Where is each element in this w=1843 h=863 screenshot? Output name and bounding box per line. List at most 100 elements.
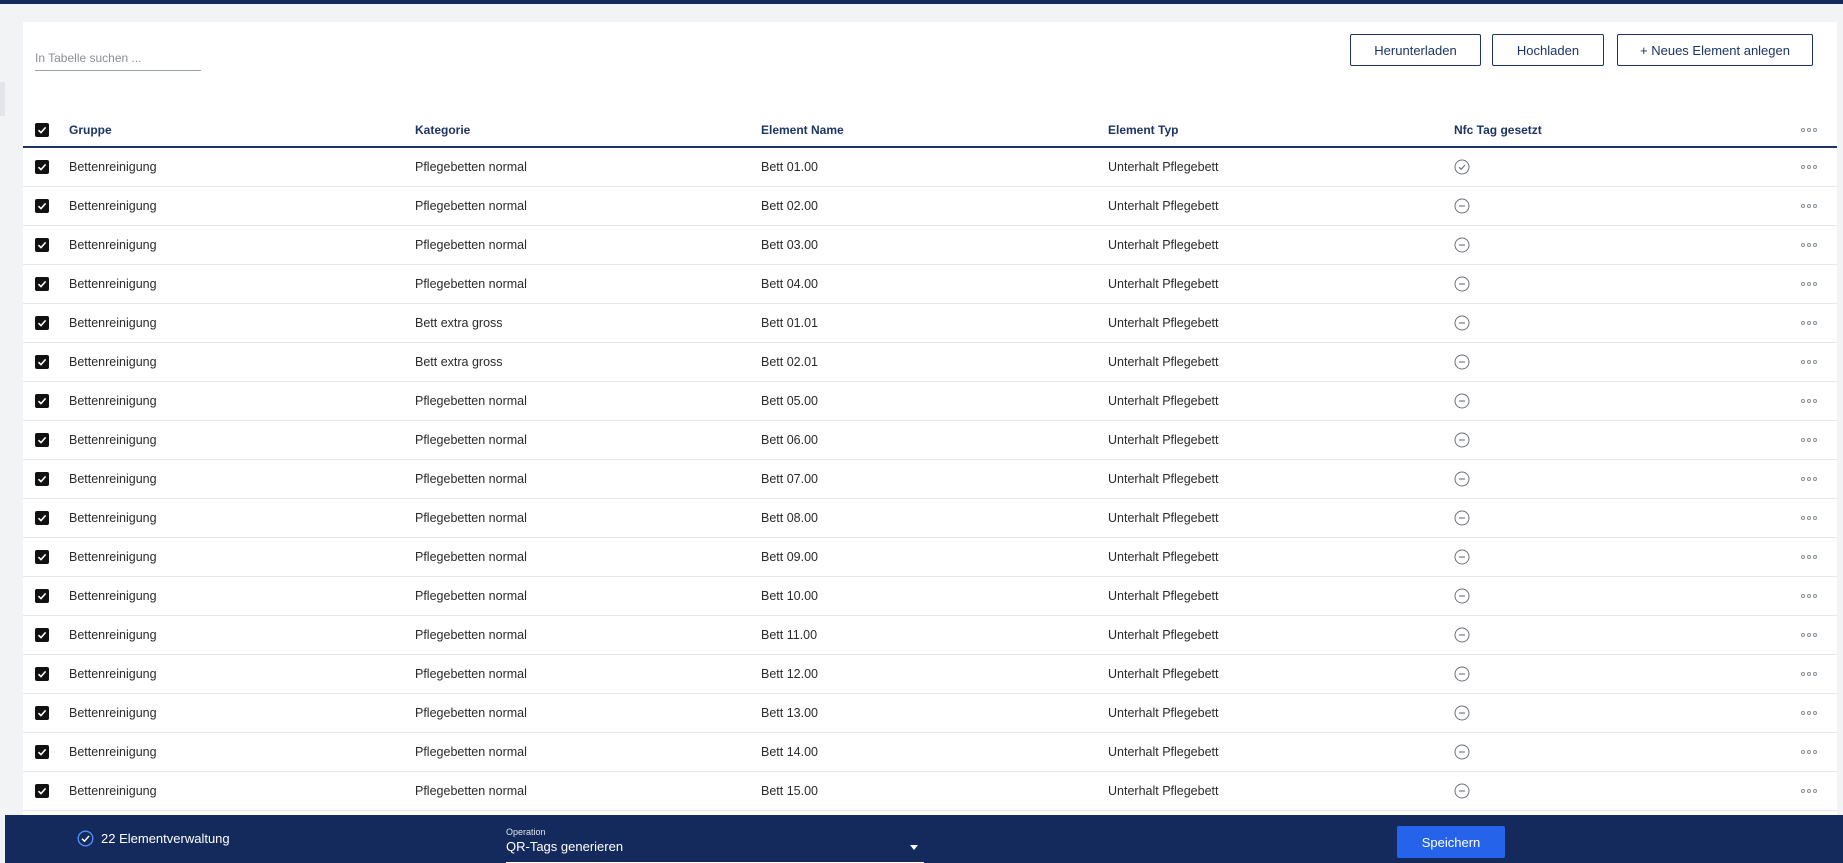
cell-kategorie: Pflegebetten normal — [415, 199, 527, 213]
chevron-down-icon — [910, 845, 918, 850]
column-header-element-typ[interactable]: Element Typ — [1108, 114, 1178, 146]
check-icon — [37, 163, 47, 171]
row-more-options-icon[interactable] — [1801, 633, 1817, 637]
row-checkbox[interactable] — [35, 745, 49, 759]
cell-element-name: Bett 07.00 — [761, 472, 818, 486]
row-checkbox[interactable] — [35, 316, 49, 330]
row-checkbox[interactable] — [35, 784, 49, 798]
row-more-options-icon[interactable] — [1801, 360, 1817, 364]
row-checkbox[interactable] — [35, 667, 49, 681]
row-more-options-icon[interactable] — [1801, 321, 1817, 325]
row-more-options-icon[interactable] — [1801, 165, 1817, 169]
table-row[interactable]: Bettenreinigung Pflegebetten normal Bett 0… — [23, 382, 1837, 421]
new-element-button[interactable]: + Neues Element anlegen — [1617, 34, 1813, 66]
check-icon — [37, 280, 47, 288]
table-row[interactable]: Bettenreinigung Pflegebetten normal Bett 0… — [23, 421, 1837, 460]
column-header-nfc-tag[interactable]: Nfc Tag gesetzt — [1454, 114, 1542, 146]
minus-circle-icon — [1454, 276, 1470, 292]
operation-label: Operation — [506, 827, 546, 837]
operation-value: QR-Tags generieren — [506, 839, 624, 854]
table-panel: Herunterladen Hochladen + Neues Element … — [23, 22, 1837, 815]
check-icon — [37, 241, 47, 249]
row-checkbox[interactable] — [35, 394, 49, 408]
row-more-options-icon[interactable] — [1801, 477, 1817, 481]
cell-kategorie: Pflegebetten normal — [415, 550, 527, 564]
table-row[interactable]: Bettenreinigung Pflegebetten normal Bett 1… — [23, 655, 1837, 694]
column-header-element-name[interactable]: Element Name — [761, 114, 844, 146]
cell-element-name: Bett 04.00 — [761, 277, 818, 291]
select-all-checkbox[interactable] — [35, 123, 49, 137]
cell-kategorie: Pflegebetten normal — [415, 667, 527, 681]
row-checkbox[interactable] — [35, 238, 49, 252]
row-checkbox[interactable] — [35, 472, 49, 486]
row-checkbox[interactable] — [35, 511, 49, 525]
cell-gruppe: Bettenreinigung — [69, 277, 157, 291]
minus-circle-icon — [1454, 783, 1470, 799]
row-checkbox[interactable] — [35, 589, 49, 603]
table-row[interactable]: Bettenreinigung Pflegebetten normal Bett 0… — [23, 460, 1837, 499]
row-more-options-icon[interactable] — [1801, 204, 1817, 208]
column-header-kategorie[interactable]: Kategorie — [415, 114, 470, 146]
row-checkbox[interactable] — [35, 160, 49, 174]
row-more-options-icon[interactable] — [1801, 555, 1817, 559]
cell-element-name: Bett 10.00 — [761, 589, 818, 603]
cell-element-name: Bett 06.00 — [761, 433, 818, 447]
row-checkbox[interactable] — [35, 355, 49, 369]
table-row[interactable]: Bettenreinigung Pflegebetten normal Bett 0… — [23, 538, 1837, 577]
row-more-options-icon[interactable] — [1801, 789, 1817, 793]
check-icon — [37, 553, 47, 561]
row-checkbox[interactable] — [35, 433, 49, 447]
cell-element-name: Bett 01.01 — [761, 316, 818, 330]
table-row[interactable]: Bettenreinigung Bett extra gross Bett 01.0… — [23, 304, 1837, 343]
save-button[interactable]: Speichern — [1397, 826, 1505, 858]
row-more-options-icon[interactable] — [1801, 594, 1817, 598]
table-row[interactable]: Bettenreinigung Pflegebetten normal Bett 1… — [23, 772, 1837, 811]
row-checkbox[interactable] — [35, 199, 49, 213]
row-more-options-icon[interactable] — [1801, 750, 1817, 754]
minus-circle-icon — [1454, 198, 1470, 214]
cell-gruppe: Bettenreinigung — [69, 628, 157, 642]
row-more-options-icon[interactable] — [1801, 711, 1817, 715]
table-row[interactable]: Bettenreinigung Pflegebetten normal Bett 0… — [23, 148, 1837, 187]
table-row[interactable]: Bettenreinigung Pflegebetten normal Bett 1… — [23, 733, 1837, 772]
cell-gruppe: Bettenreinigung — [69, 199, 157, 213]
row-checkbox[interactable] — [35, 277, 49, 291]
row-more-options-icon[interactable] — [1801, 282, 1817, 286]
table-row[interactable]: Bettenreinigung Pflegebetten normal Bett 0… — [23, 499, 1837, 538]
cell-element-name: Bett 13.00 — [761, 706, 818, 720]
minus-circle-icon — [1454, 510, 1470, 526]
row-checkbox[interactable] — [35, 628, 49, 642]
cell-kategorie: Bett extra gross — [415, 355, 503, 369]
minus-circle-icon — [1454, 666, 1470, 682]
cell-element-typ: Unterhalt Pflegebett — [1108, 745, 1219, 759]
table-row[interactable]: Bettenreinigung Pflegebetten normal Bett 0… — [23, 265, 1837, 304]
row-checkbox[interactable] — [35, 550, 49, 564]
minus-circle-icon — [1454, 354, 1470, 370]
search-input[interactable] — [35, 49, 201, 71]
table-row[interactable]: Bettenreinigung Pflegebetten normal Bett 1… — [23, 694, 1837, 733]
download-button[interactable]: Herunterladen — [1350, 34, 1481, 66]
cell-element-name: Bett 11.00 — [761, 628, 818, 642]
column-header-gruppe[interactable]: Gruppe — [69, 114, 112, 146]
table-row[interactable]: Bettenreinigung Pflegebetten normal Bett 1… — [23, 616, 1837, 655]
check-icon — [37, 709, 47, 717]
cell-element-name: Bett 02.01 — [761, 355, 818, 369]
row-checkbox[interactable] — [35, 706, 49, 720]
cell-kategorie: Pflegebetten normal — [415, 628, 527, 642]
more-options-icon[interactable] — [1801, 128, 1817, 132]
row-more-options-icon[interactable] — [1801, 438, 1817, 442]
row-more-options-icon[interactable] — [1801, 243, 1817, 247]
table-row[interactable]: Bettenreinigung Pflegebetten normal Bett 0… — [23, 226, 1837, 265]
cell-gruppe: Bettenreinigung — [69, 355, 157, 369]
cell-kategorie: Pflegebetten normal — [415, 745, 527, 759]
table-row[interactable]: Bettenreinigung Bett extra gross Bett 02.0… — [23, 343, 1837, 382]
upload-button[interactable]: Hochladen — [1492, 34, 1604, 66]
table-row[interactable]: Bettenreinigung Pflegebetten normal Bett 0… — [23, 187, 1837, 226]
row-more-options-icon[interactable] — [1801, 672, 1817, 676]
row-more-options-icon[interactable] — [1801, 516, 1817, 520]
minus-circle-icon — [1454, 549, 1470, 565]
table-row[interactable]: Bettenreinigung Pflegebetten normal Bett 1… — [23, 577, 1837, 616]
row-more-options-icon[interactable] — [1801, 399, 1817, 403]
operation-select[interactable]: Operation QR-Tags generieren — [506, 827, 924, 863]
cell-element-typ: Unterhalt Pflegebett — [1108, 550, 1219, 564]
